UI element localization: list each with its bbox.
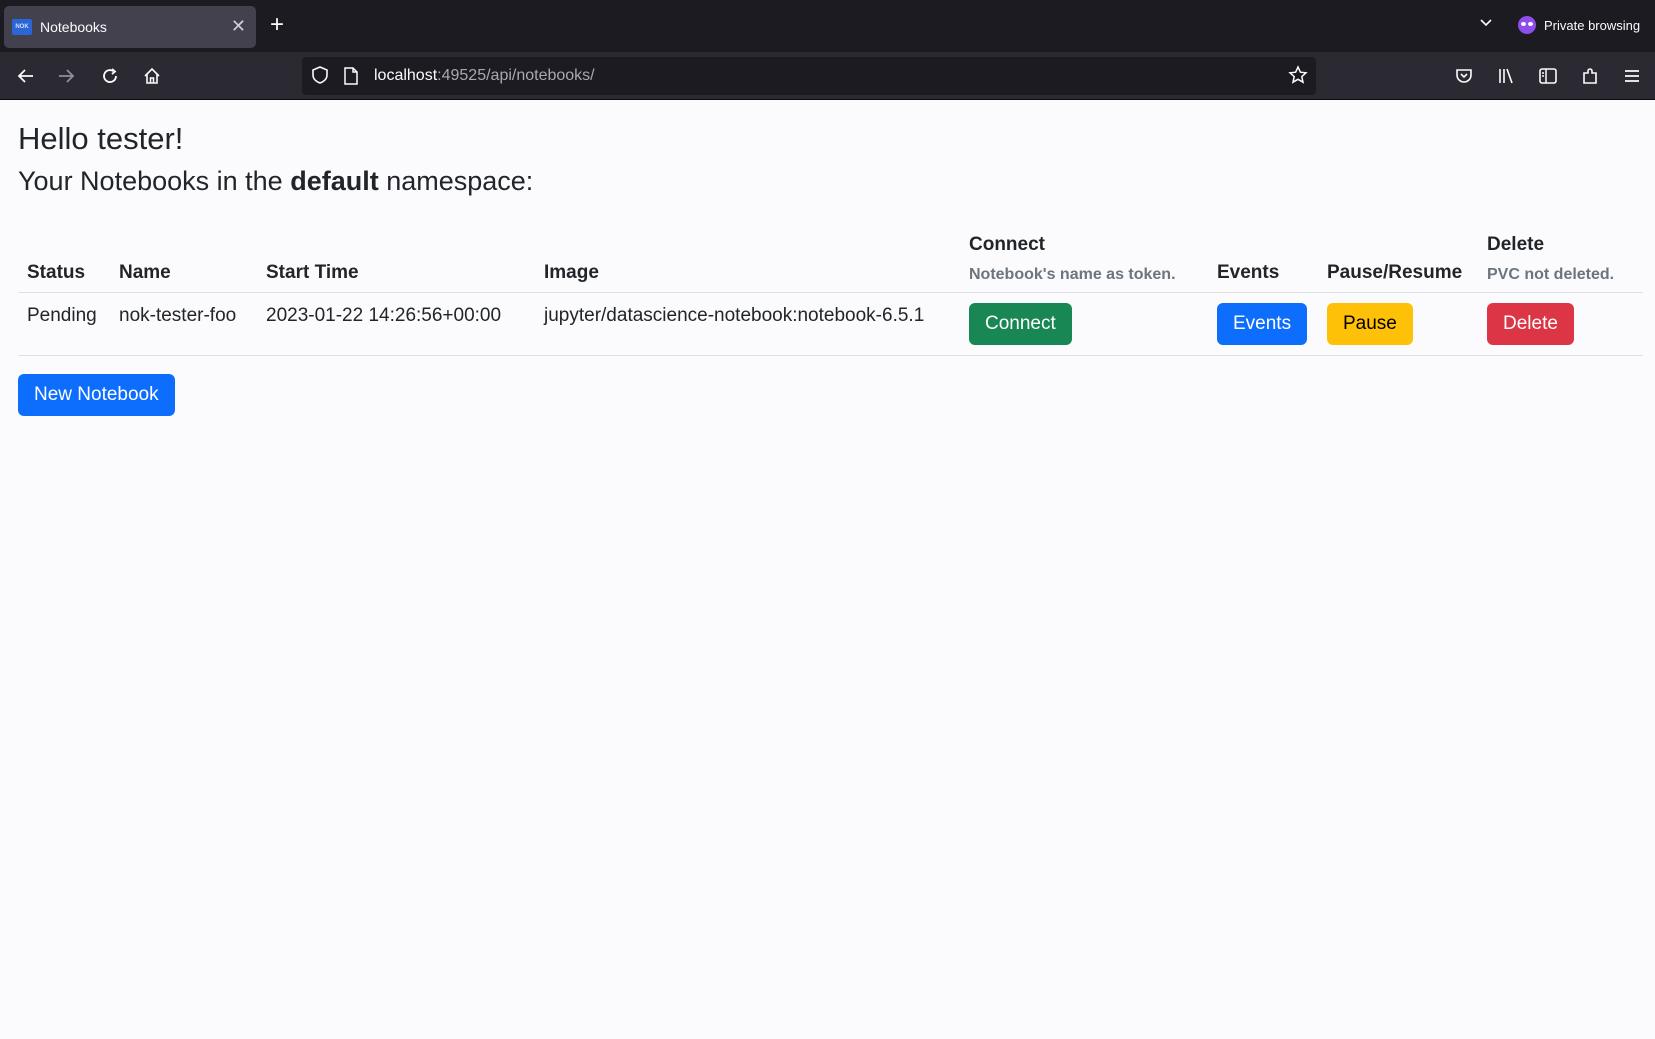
url-host: localhost [374,67,438,84]
header-status: Status [18,226,110,293]
url-path: :49525/api/notebooks/ [437,67,595,84]
cell-connect: Connect [960,292,1208,356]
page-content: Hello tester! Your Notebooks in the defa… [18,100,1643,416]
cell-pause: Pause [1318,292,1478,356]
pause-button[interactable]: Pause [1327,303,1413,345]
library-icon[interactable] [1492,62,1520,90]
table-row: Pending nok-tester-foo 2023-01-22 14:26:… [18,292,1643,356]
header-connect: Connect Notebook's name as token. [960,226,1208,293]
private-browsing-indicator: Private browsing [1518,16,1640,34]
events-button[interactable]: Events [1217,303,1308,345]
header-events: Events [1208,226,1318,293]
private-mask-icon [1518,16,1536,34]
sidebar-icon[interactable] [1534,62,1562,90]
cell-name: nok-tester-foo [110,292,257,356]
header-connect-label: Connect [969,234,1045,255]
url-bar[interactable]: localhost:49525/api/notebooks/ [302,57,1316,95]
chevron-down-icon[interactable] [1478,14,1494,35]
header-delete-label: Delete [1487,234,1545,255]
delete-button[interactable]: Delete [1487,303,1574,345]
subtitle-suffix: namespace: [378,166,534,196]
new-notebook-button[interactable]: New Notebook [18,374,175,416]
tab-title: Notebooks [40,19,107,35]
pocket-icon[interactable] [1450,62,1478,90]
shield-icon[interactable] [310,65,330,90]
url-text[interactable]: localhost:49525/api/notebooks/ [374,67,595,85]
header-delete-note: PVC not deleted. [1487,266,1615,283]
extensions-icon[interactable] [1576,62,1604,90]
header-start-time: Start Time [257,226,535,293]
close-icon[interactable]: ✕ [231,16,246,36]
header-pause-resume: Pause/Resume [1318,226,1478,293]
table-header-row: Status Name Start Time Image Connect Not… [18,226,1643,293]
header-name: Name [110,226,257,293]
cell-status: Pending [18,292,110,356]
browser-tabbar: NOK Notebooks ✕ + Private browsing [0,0,1655,52]
namespace-heading: Your Notebooks in the default namespace: [18,164,1643,198]
header-connect-note: Notebook's name as token. [969,266,1176,283]
browser-navbar: localhost:49525/api/notebooks/ [0,52,1655,100]
bookmark-star-icon[interactable] [1288,65,1308,90]
greeting-heading: Hello tester! [18,121,184,156]
back-icon[interactable] [12,62,40,90]
browser-tab[interactable]: NOK Notebooks ✕ [4,6,256,48]
menu-icon[interactable] [1618,62,1646,90]
cell-start-time: 2023-01-22 14:26:56+00:00 [257,292,535,356]
namespace-name: default [290,166,379,196]
subtitle-prefix: Your Notebooks in the [18,166,291,196]
page-info-icon[interactable] [342,66,360,91]
tab-favicon-icon: NOK [12,19,32,35]
cell-delete: Delete [1478,292,1643,356]
header-image: Image [535,226,960,293]
connect-button[interactable]: Connect [969,303,1072,345]
forward-icon[interactable] [52,62,80,90]
private-browsing-label: Private browsing [1544,17,1641,33]
cell-events: Events [1208,292,1318,356]
reload-icon[interactable] [96,62,124,90]
new-tab-icon[interactable]: + [270,12,284,38]
toolbar-right [1450,62,1646,90]
header-delete: Delete PVC not deleted. [1478,226,1643,293]
notebooks-table: Status Name Start Time Image Connect Not… [18,226,1643,356]
cell-image: jupyter/datascience-notebook:notebook-6.… [535,292,960,356]
home-icon[interactable] [138,62,166,90]
